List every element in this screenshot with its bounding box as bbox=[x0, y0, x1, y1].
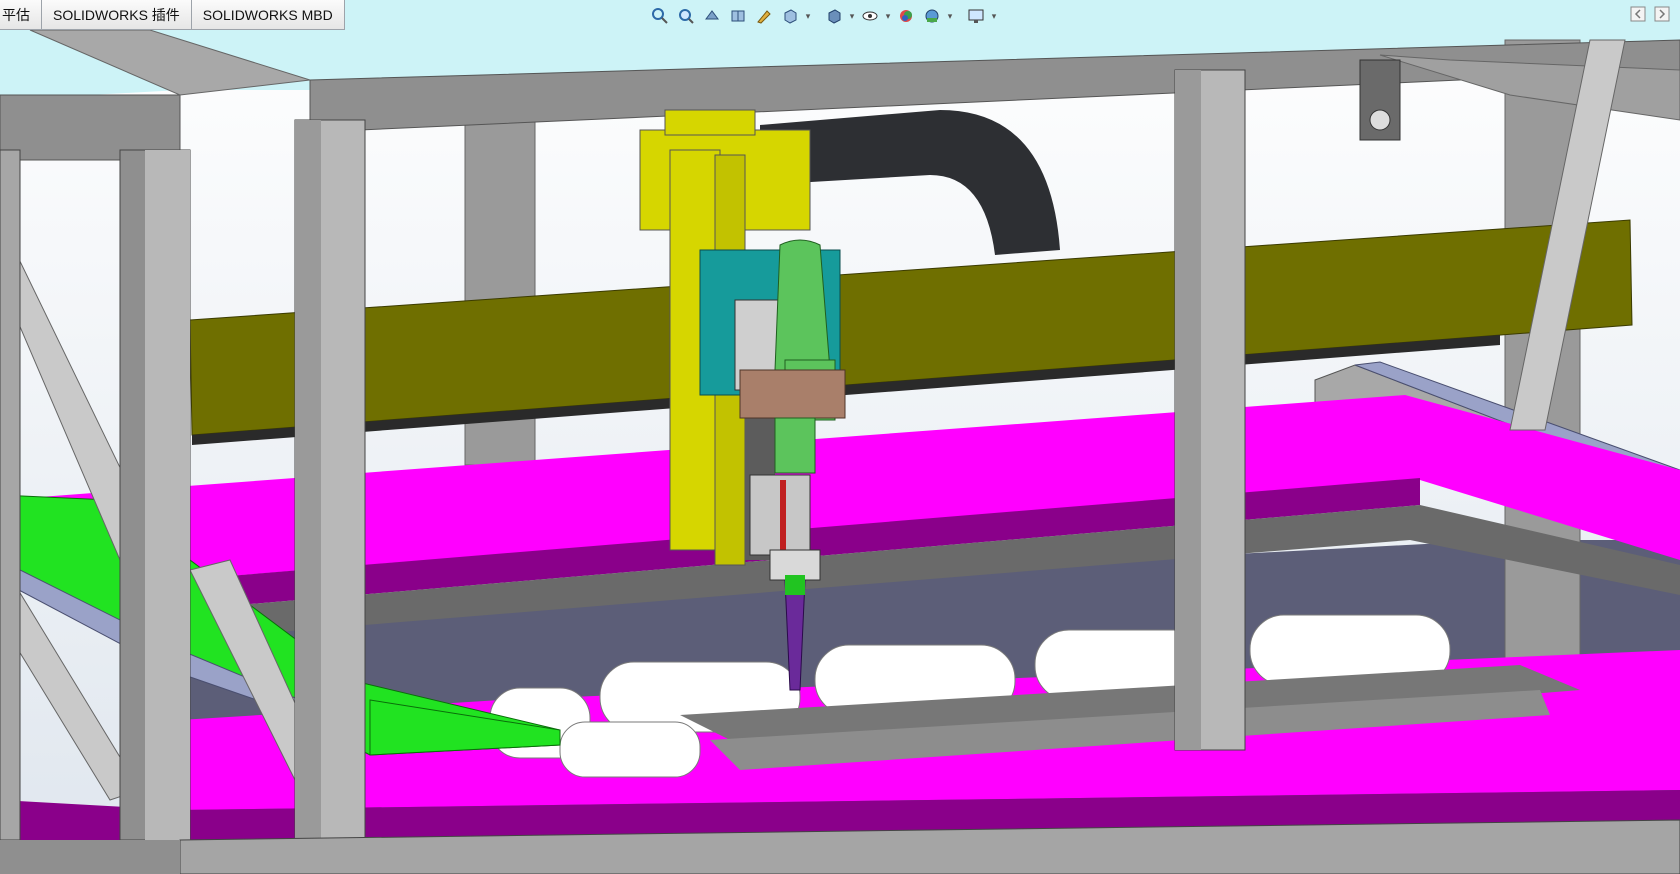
view-orientation-icon[interactable] bbox=[778, 4, 802, 28]
tab-evaluate[interactable]: 平估 bbox=[0, 0, 42, 30]
section-view-icon[interactable] bbox=[726, 4, 750, 28]
expand-right-icon[interactable] bbox=[1654, 6, 1670, 22]
apply-scene-dropdown-icon[interactable]: ▾ bbox=[946, 11, 954, 22]
collapse-left-icon[interactable] bbox=[1630, 6, 1646, 22]
zoom-to-area-icon[interactable] bbox=[674, 4, 698, 28]
hide-show-dropdown-icon[interactable]: ▾ bbox=[884, 11, 892, 22]
model-viewport-svg[interactable] bbox=[0, 0, 1680, 874]
graphics-area[interactable] bbox=[0, 0, 1680, 874]
heads-up-view-toolbar: ▾ ▾ ▾ ▾ ▾ bbox=[648, 4, 998, 28]
view-settings-dropdown-icon[interactable]: ▾ bbox=[990, 11, 998, 22]
view-orientation-dropdown-icon[interactable]: ▾ bbox=[804, 11, 812, 22]
display-style-icon[interactable] bbox=[822, 4, 846, 28]
tab-solidworks-addins[interactable]: SOLIDWORKS 插件 bbox=[41, 0, 192, 30]
edit-appearance-icon[interactable] bbox=[894, 4, 918, 28]
tab-solidworks-mbd[interactable]: SOLIDWORKS MBD bbox=[190, 0, 345, 30]
command-manager-tabs: 平估 SOLIDWORKS 插件 SOLIDWORKS MBD bbox=[0, 0, 345, 30]
zoom-to-fit-icon[interactable] bbox=[648, 4, 672, 28]
hide-show-items-icon[interactable] bbox=[858, 4, 882, 28]
apply-scene-icon[interactable] bbox=[920, 4, 944, 28]
previous-view-icon[interactable] bbox=[700, 4, 724, 28]
view-settings-icon[interactable] bbox=[964, 4, 988, 28]
assembly-model[interactable] bbox=[0, 0, 1680, 874]
dynamic-annotation-icon[interactable] bbox=[752, 4, 776, 28]
display-style-dropdown-icon[interactable]: ▾ bbox=[848, 11, 856, 22]
task-pane-toggles bbox=[1630, 6, 1670, 22]
